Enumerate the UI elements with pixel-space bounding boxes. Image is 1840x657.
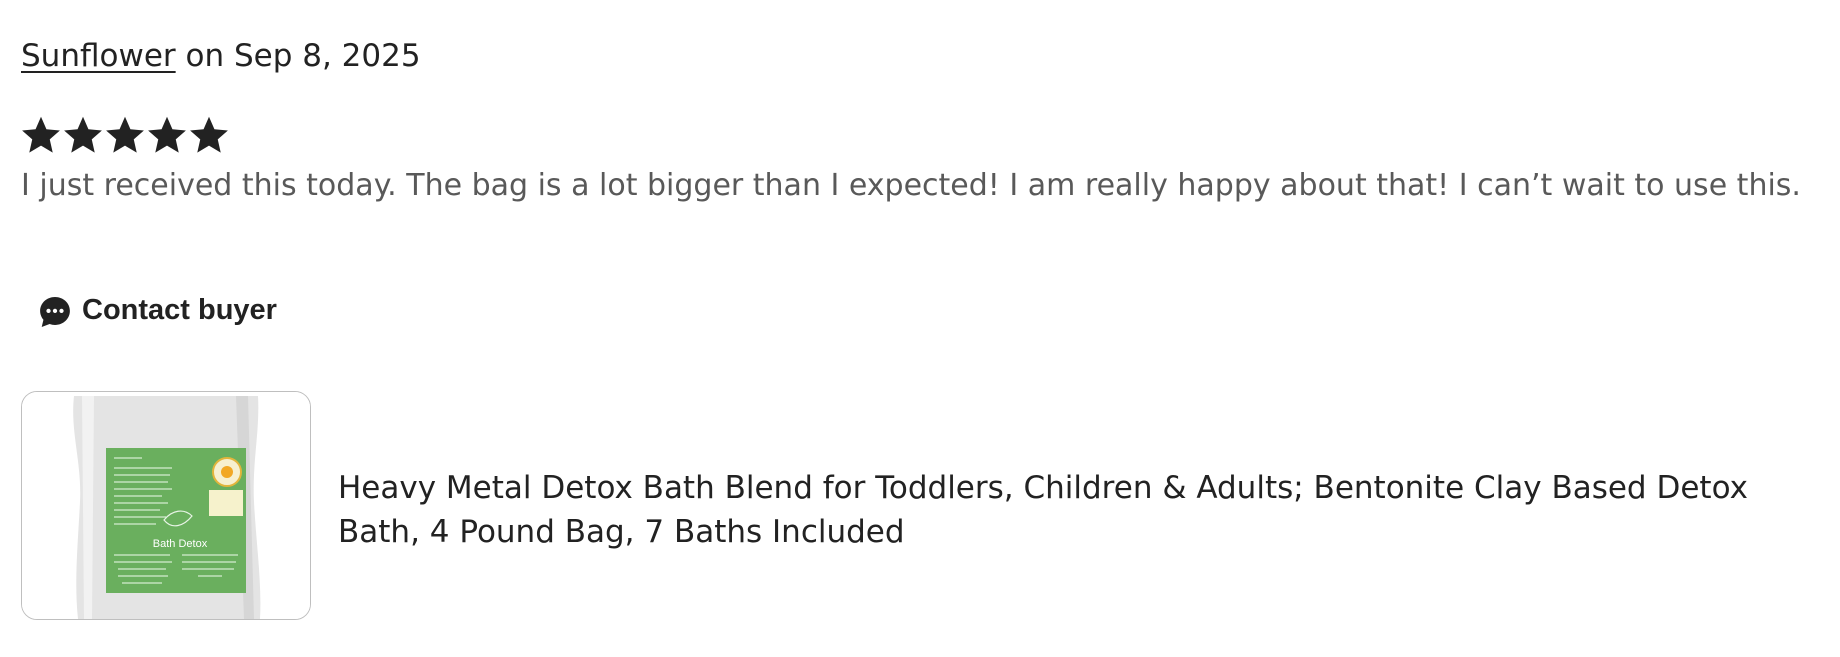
star-icon [106,116,144,153]
thumbnail-bag-label: Bath Detox [153,538,208,550]
star-rating [20,112,230,158]
review-byline: Sunflower on Sep 8, 2025 [21,36,421,76]
product-bag-image: Bath Detox [22,392,310,619]
reviewer-name-link[interactable]: Sunflower [21,38,176,74]
star-icon [148,116,186,153]
star-icon [190,116,228,153]
chat-bubble-icon [40,296,70,328]
review-text: I just received this today. The bag is a… [21,168,1801,203]
star-icon [64,116,102,153]
product-title-link[interactable]: Heavy Metal Detox Bath Blend for Toddler… [338,466,1818,554]
review-date: on Sep 8, 2025 [175,38,421,74]
contact-buyer-label: Contact buyer [82,294,277,326]
review-card: Sunflower on Sep 8, 2025 I just received… [0,0,1840,657]
contact-buyer-button[interactable]: Contact buyer [36,288,277,332]
product-thumbnail[interactable]: Bath Detox [21,391,311,620]
star-icon [22,116,60,153]
